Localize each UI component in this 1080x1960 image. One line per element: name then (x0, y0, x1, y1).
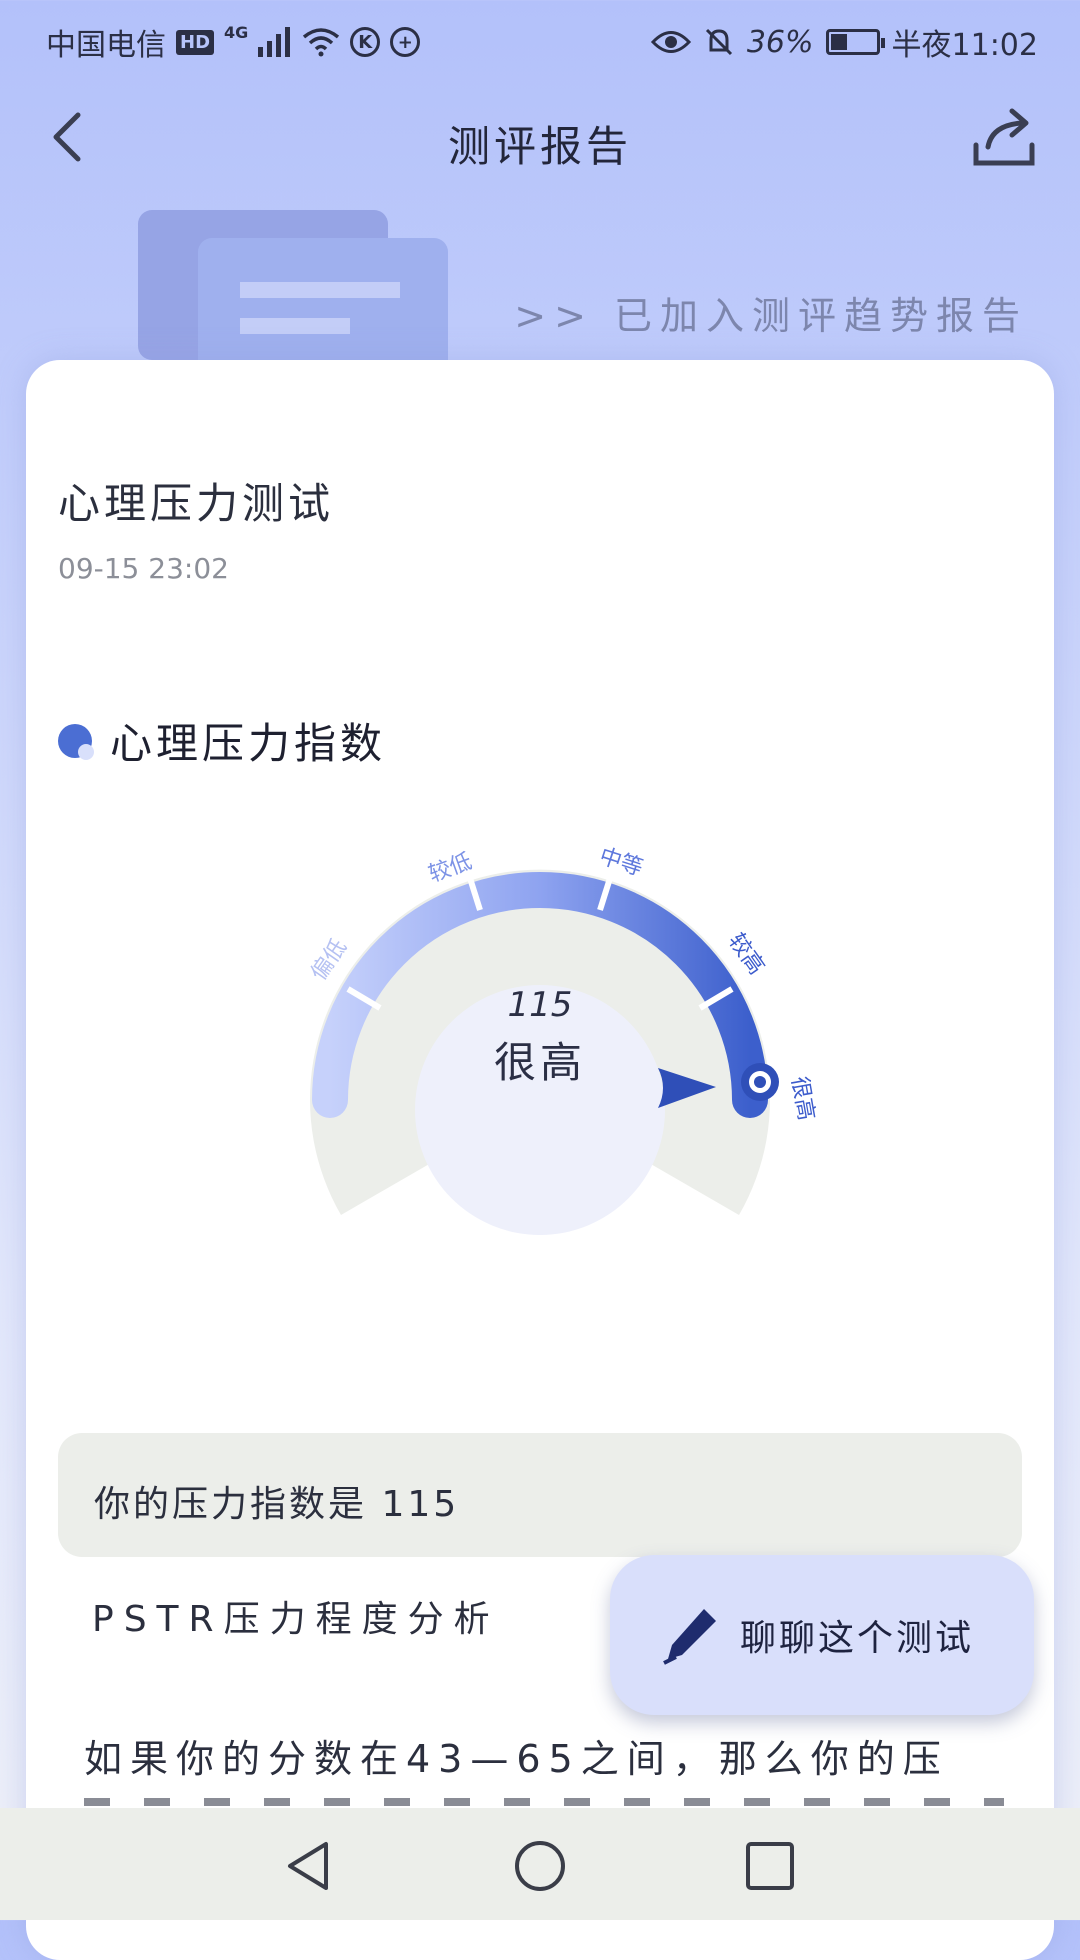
app-header: 测评报告 (0, 95, 1080, 185)
plus-circle-icon: + (390, 27, 421, 57)
score-value: 115 (507, 985, 573, 1025)
wifi-icon (303, 28, 340, 57)
gauge-label-3: 中等 (596, 844, 646, 881)
gauge-label-5: 很高 (786, 1075, 818, 1123)
trend-report-link[interactable]: >> 已加入测评趋势报告 (514, 285, 1028, 340)
analysis-title: PSTR压力程度分析 (92, 1599, 500, 1640)
report-illustration (138, 210, 458, 388)
chat-button-label: 聊聊这个测试 (740, 1618, 975, 1659)
clock: 半夜11:02 (891, 28, 1038, 63)
network-label: 4G (224, 22, 249, 42)
system-nav-bar (0, 1808, 1080, 1920)
status-right: 36% 半夜11:02 (650, 20, 1038, 64)
bell-off-icon (705, 28, 732, 56)
nav-back-icon[interactable] (282, 1838, 338, 1894)
section-title: 心理压力指数 (58, 710, 386, 771)
status-left: 中国电信 HD 4G K + (46, 20, 421, 64)
carrier-label: 中国电信 (46, 28, 166, 63)
battery-icon (825, 29, 885, 55)
score-level: 很高 (493, 1038, 586, 1087)
test-name: 心理压力测试 (58, 479, 335, 528)
result-box: 你的压力指数是 115 (58, 1433, 1022, 1557)
analysis-body: 如果你的分数在43—65之间，那么你的压 (84, 1737, 949, 1781)
score-display: 115 很高 (415, 985, 665, 1090)
chat-about-test-button[interactable]: 聊聊这个测试 (610, 1555, 1034, 1715)
status-bar: 中国电信 HD 4G K + 36% 半夜11:02 (0, 0, 1080, 76)
test-time: 09-15 23:02 (58, 552, 229, 585)
hd-icon: HD (176, 29, 215, 55)
section-dot-icon (58, 723, 94, 760)
k-icon: K (350, 27, 381, 57)
result-text: 你的压力指数是 115 (94, 1484, 460, 1525)
nav-home-icon[interactable] (512, 1838, 568, 1894)
pen-icon (663, 1609, 716, 1665)
page-title: 测评报告 (447, 122, 632, 171)
nav-recent-icon[interactable] (742, 1838, 798, 1894)
share-icon[interactable] (970, 105, 1040, 171)
eye-icon (650, 31, 691, 53)
section-title-label: 心理压力指数 (110, 719, 387, 768)
battery-percent: 36% (746, 24, 814, 60)
signal-icon (258, 27, 291, 57)
